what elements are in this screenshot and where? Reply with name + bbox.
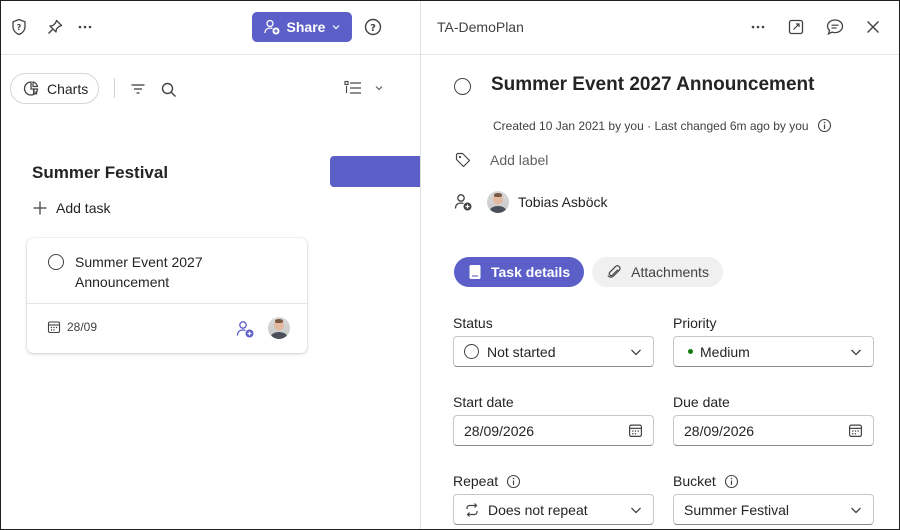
plan-name: TA-DemoPlan [437,19,524,35]
complete-task-circle[interactable] [48,254,64,270]
task-details-pane: TA-DemoPlan Summer Event 2027 Announceme… [420,1,899,529]
complete-task-circle[interactable] [454,78,471,95]
chevron-down-icon[interactable] [367,76,391,100]
repeat-dropdown[interactable]: Does not repeat [453,494,654,525]
charts-button[interactable]: Charts [10,73,99,104]
calendar-icon[interactable] [848,423,863,438]
tag-icon [454,151,472,169]
status-label: Status [453,315,493,331]
repeat-value: Does not repeat [488,501,588,518]
expand-icon[interactable] [784,15,808,39]
repeat-label-row: Repeat [453,473,521,489]
due-date-label: Due date [673,394,730,410]
help-icon[interactable]: ? [361,15,385,39]
comment-icon[interactable] [823,15,847,39]
due-date-field[interactable]: 28/09/2026 [673,415,874,446]
start-date-value: 28/09/2026 [464,422,535,439]
chevron-down-icon [331,22,341,32]
search-icon[interactable] [157,78,181,102]
created-text: Created 10 Jan 2021 by you · Last change… [493,118,809,133]
calendar-icon[interactable] [628,423,643,438]
charts-label: Charts [47,80,89,97]
status-value: Not started [487,343,556,360]
add-task-label: Add task [56,200,111,216]
tab-label: Attachments [631,264,709,280]
more-icon[interactable] [73,15,97,39]
status-dropdown[interactable]: Not started [453,336,654,367]
shield-question-icon[interactable]: ? [7,15,31,39]
notebook-icon [468,264,482,280]
due-date-value: 28/09/2026 [684,422,755,439]
chevron-down-icon [629,345,643,359]
priority-label: Priority [673,315,717,331]
repeat-icon [464,502,480,518]
info-icon[interactable] [506,474,521,489]
board-toolbar: ? Share ? [1,1,420,55]
toolbar-divider [114,78,115,98]
group-by-icon[interactable] [341,76,365,100]
chart-icon [23,80,40,97]
chevron-down-icon [849,345,863,359]
add-label-input[interactable]: Add label [490,152,548,168]
assignee-row: Tobias Asböck [453,191,608,213]
svg-text:?: ? [370,23,376,34]
close-icon[interactable] [861,15,885,39]
bucket-title: Summer Festival [32,163,169,182]
priority-dropdown[interactable]: Medium [673,336,874,367]
share-label: Share [286,19,326,35]
chevron-down-icon [849,503,863,517]
task-metadata: Created 10 Jan 2021 by you · Last change… [493,118,832,133]
add-label-row[interactable]: Add label [454,151,548,169]
start-date-label: Start date [453,394,514,410]
board-pane: ? Share ? Charts Summer Festival Add tas… [1,1,420,529]
more-icon[interactable] [746,15,770,39]
calendar-icon [47,320,61,334]
svg-text:?: ? [17,23,22,32]
avatar[interactable] [268,317,290,339]
priority-dot-icon [688,349,693,354]
task-card[interactable]: Summer Event 2027 Announcement 28/09 [27,238,307,353]
bucket-label-row: Bucket [673,473,739,489]
bucket-value: Summer Festival [684,501,790,518]
task-card-title: Summer Event 2027 Announcement [75,254,203,290]
filter-icon[interactable] [126,77,150,101]
assign-person-icon[interactable] [453,192,473,212]
status-not-started-icon [464,344,479,359]
paperclip-icon [606,264,622,280]
tab-label: Task details [491,264,571,280]
next-bucket-header [330,156,420,187]
avatar[interactable] [487,191,509,213]
tab-task-details[interactable]: Task details [454,257,585,287]
repeat-label: Repeat [453,473,499,489]
details-tabs: Task details Attachments [454,257,723,287]
info-icon[interactable] [817,118,832,133]
app-window: ? Share ? Charts Summer Festival Add tas… [0,0,900,530]
chevron-down-icon [629,503,643,517]
card-divider [27,303,307,304]
assignee-name[interactable]: Tobias Asböck [518,194,608,210]
start-date-field[interactable]: 28/09/2026 [453,415,654,446]
priority-value: Medium [700,343,750,360]
person-add-icon [263,18,281,36]
bucket-label: Bucket [673,473,716,489]
task-title[interactable]: Summer Event 2027 Announcement [491,74,814,96]
task-card-due-date: 28/09 [47,320,97,334]
add-task-button[interactable]: Add task [32,200,110,216]
share-button[interactable]: Share [252,12,352,42]
pin-icon[interactable] [43,15,67,39]
assign-person-icon[interactable] [235,319,255,339]
details-header: TA-DemoPlan [421,1,899,55]
tab-attachments[interactable]: Attachments [592,257,723,287]
task-card-date-text: 28/09 [67,320,98,334]
info-icon[interactable] [724,474,739,489]
plus-icon [32,200,48,216]
bucket-dropdown[interactable]: Summer Festival [673,494,874,525]
